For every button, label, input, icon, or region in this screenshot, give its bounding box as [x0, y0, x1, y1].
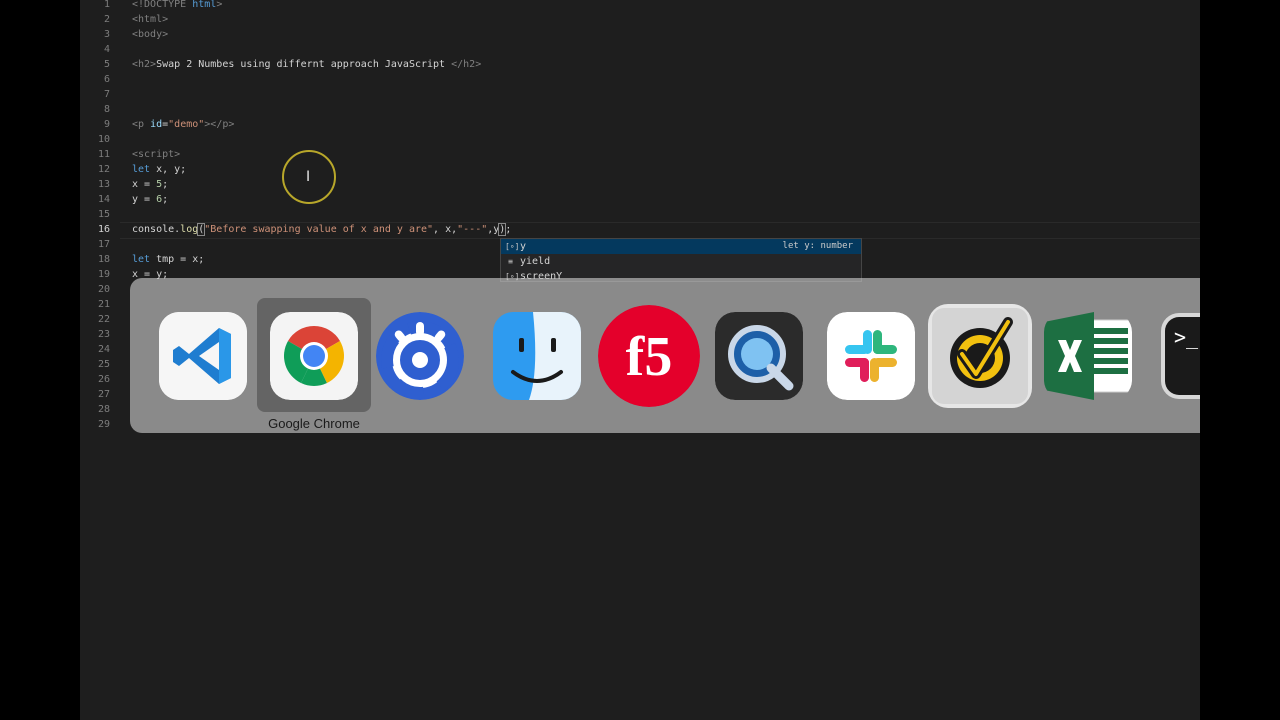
- line-number: 1: [103, 0, 110, 10]
- code-token: <p: [132, 119, 145, 130]
- code-line-16[interactable]: console.log("Before swapping value of x …: [132, 222, 511, 237]
- code-token: ;: [505, 224, 512, 235]
- line-number: 18: [97, 254, 110, 265]
- line-number: 15: [97, 209, 110, 220]
- code-token: x =: [132, 179, 157, 190]
- line-number: 12: [97, 164, 110, 175]
- terminal-icon[interactable]: >_: [1160, 312, 1200, 400]
- line-number: 2: [103, 14, 110, 25]
- code-token: html: [192, 0, 217, 10]
- line-number: 10: [97, 134, 110, 145]
- line-number: 25: [97, 359, 110, 370]
- variable-icon: [∘]: [505, 242, 520, 251]
- code-token: ;: [162, 179, 169, 190]
- code-token: ,y: [487, 224, 500, 235]
- svg-text:f5: f5: [626, 326, 673, 388]
- code-token: x, y;: [150, 164, 187, 175]
- code-line-13[interactable]: x = 5;: [132, 177, 168, 192]
- line-number: 6: [103, 74, 110, 85]
- line-number: 14: [97, 194, 110, 205]
- code-token: "---": [457, 224, 488, 235]
- code-line-1[interactable]: <!DOCTYPE html>: [132, 0, 222, 12]
- excel-icon[interactable]: [1044, 312, 1132, 400]
- code-token: Swap 2 Numbes using differnt approach Ja…: [156, 59, 452, 70]
- code-line-2[interactable]: <html>: [132, 12, 168, 27]
- line-number: 13: [97, 179, 110, 190]
- code-token: ></p>: [204, 119, 235, 130]
- line-number: 11: [97, 149, 110, 160]
- line-number: 17: [97, 239, 110, 250]
- code-token: log: [180, 224, 199, 235]
- code-token: "demo": [168, 119, 205, 130]
- line-number: 29: [97, 419, 110, 430]
- code-line-14[interactable]: y = 6;: [132, 192, 168, 207]
- code-line-12[interactable]: let x, y;: [132, 162, 186, 177]
- f5-icon[interactable]: f5: [598, 305, 700, 407]
- norton-icon[interactable]: [928, 304, 1032, 408]
- suggestion-label: yield: [520, 256, 551, 267]
- code-token: <html>: [132, 14, 169, 25]
- suggestion-label: y: [520, 241, 527, 252]
- line-number: 9: [103, 119, 110, 130]
- code-token: let: [132, 254, 151, 265]
- code-token: <!DOCTYPE: [132, 0, 187, 10]
- line-number: 16: [97, 224, 110, 235]
- code-line-11[interactable]: <script>: [132, 147, 180, 162]
- code-token: console.: [132, 224, 181, 235]
- code-token: ;: [162, 194, 169, 205]
- autocomplete-suggestions[interactable]: [∘] y let y: number ≡ yield [∘] screenY: [500, 238, 862, 282]
- line-number: 24: [97, 344, 110, 355]
- line-number: 4: [103, 44, 110, 55]
- app-switcher[interactable]: f5 >_ Google Chrome: [130, 278, 1200, 433]
- line-number: 7: [103, 89, 110, 100]
- quicktime-icon[interactable]: [715, 312, 803, 400]
- code-line-18[interactable]: let tmp = x;: [132, 252, 204, 267]
- nextiva-icon[interactable]: [376, 312, 464, 400]
- finder-icon[interactable]: [493, 312, 581, 400]
- line-number: 20: [97, 284, 110, 295]
- slack-icon[interactable]: [827, 312, 915, 400]
- line-number: 22: [97, 314, 110, 325]
- line-number: 23: [97, 329, 110, 340]
- suggestion-item[interactable]: ≡ yield: [501, 254, 861, 269]
- text-cursor-icon: I: [306, 169, 311, 185]
- line-number: 21: [97, 299, 110, 310]
- code-token: </h2>: [451, 59, 482, 70]
- code-token: <h2>: [132, 59, 157, 70]
- code-line-9[interactable]: <p id="demo"></p>: [132, 117, 234, 132]
- vscode-icon[interactable]: [159, 312, 247, 400]
- line-number: 26: [97, 374, 110, 385]
- code-token: y =: [132, 194, 157, 205]
- code-token: , x,: [433, 224, 458, 235]
- line-number: 19: [97, 269, 110, 280]
- line-number: 27: [97, 389, 110, 400]
- line-number: 28: [97, 404, 110, 415]
- code-token: <body>: [132, 29, 169, 40]
- suggestion-item[interactable]: [∘] y let y: number: [501, 239, 861, 254]
- keyword-icon: ≡: [508, 257, 513, 266]
- line-number: 3: [103, 29, 110, 40]
- code-token: <script>: [132, 149, 181, 160]
- code-line-5[interactable]: <h2>Swap 2 Numbes using differnt approac…: [132, 57, 481, 72]
- code-editor[interactable]: 1 2 3 4 5 6 7 8 9 10 11 12 13 14 15 16 1…: [80, 0, 1200, 720]
- code-token: let: [132, 164, 151, 175]
- chrome-icon[interactable]: [270, 312, 358, 400]
- code-line-3[interactable]: <body>: [132, 27, 168, 42]
- line-number: 5: [103, 59, 110, 70]
- code-token: id: [150, 119, 163, 130]
- suggestion-detail: let y: number: [782, 241, 853, 251]
- code-token: tmp = x;: [150, 254, 205, 265]
- svg-text:>_: >_: [1174, 325, 1199, 349]
- line-number: 8: [103, 104, 110, 115]
- selected-app-label: Google Chrome: [268, 416, 360, 431]
- code-token: "Before swapping value of x and y are": [204, 224, 434, 235]
